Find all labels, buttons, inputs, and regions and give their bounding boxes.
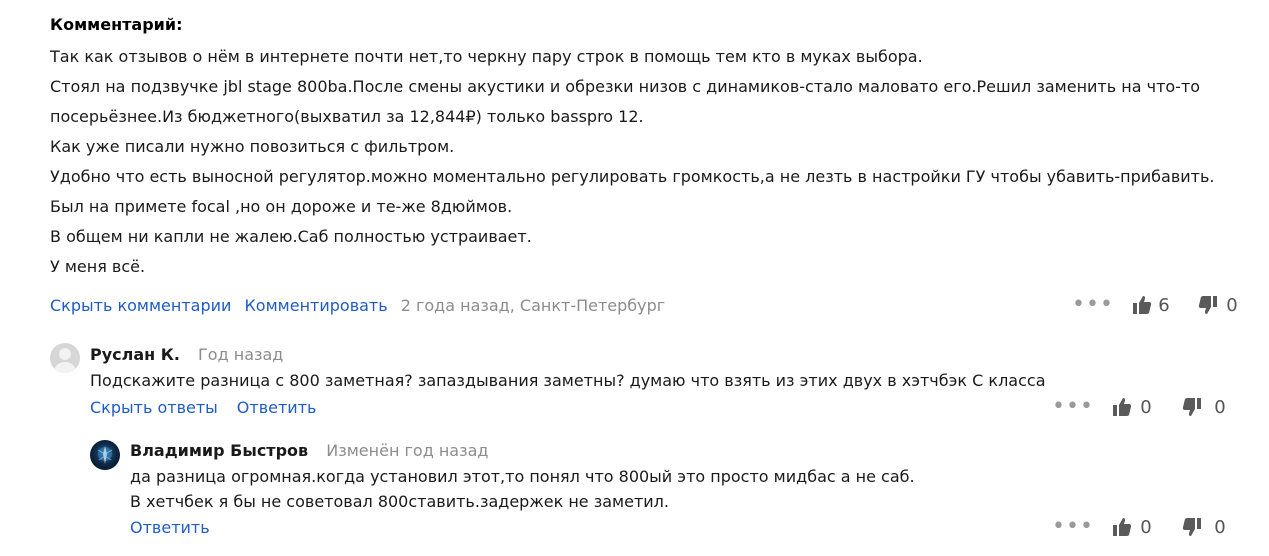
review-comment-heading: Комментарий: [50, 15, 183, 34]
like-count: 0 [1140, 396, 1152, 418]
more-dots-icon[interactable]: ••• [1072, 294, 1113, 316]
thumb-up-icon[interactable] [1112, 397, 1132, 417]
thumb-up-icon[interactable] [1112, 517, 1132, 537]
more-dots-icon[interactable]: ••• [1052, 516, 1093, 538]
dislike-count: 0 [1214, 516, 1226, 538]
comment-header: Владимир Быстров Изменён год назад [130, 440, 488, 462]
comment-header: Руслан К. Год назад [90, 344, 283, 366]
review-comment-body: Так как отзывов о нём в интернете почти … [50, 42, 1250, 282]
hide-comments-link[interactable]: Скрыть комментарии [50, 296, 231, 315]
hide-replies-link[interactable]: Скрыть ответы [90, 398, 218, 417]
comment-actions: Скрыть ответы Ответить [90, 394, 316, 420]
review-line: посерьёзнее.Из бюджетного(выхватил за 12… [50, 107, 644, 126]
comment-line: Подскажите разница с 800 заметная? запаз… [90, 371, 1046, 390]
review-actions: Скрыть комментарии Комментировать 2 года… [50, 292, 665, 318]
review-line: Был на примете focal ,но он дороже и те-… [50, 197, 513, 216]
comment-time: Изменён год назад [326, 441, 489, 460]
review-meta: 2 года назад, Санкт-Петербург [400, 295, 666, 315]
thumb-down-icon[interactable] [1182, 517, 1202, 537]
review-vote-controls: ••• 6 0 [1072, 292, 1238, 318]
review-line: Удобно что есть выносной регулятор.можно… [50, 167, 1215, 186]
comment-line: В хетчбек я бы не советовал 800ставить.з… [130, 492, 669, 511]
dislike-count: 0 [1214, 396, 1226, 418]
reply-link[interactable]: Ответить [237, 398, 317, 417]
comment-vote-controls: ••• 0 0 [1052, 394, 1226, 420]
comment-text: да разница огромная.когда установил этот… [130, 464, 915, 514]
comment-time: Год назад [198, 345, 284, 364]
comment-author[interactable]: Владимир Быстров [130, 441, 308, 460]
like-count: 0 [1140, 516, 1152, 538]
review-comment-block: Комментарий: Так как отзывов о нём в инт… [50, 12, 1250, 282]
comment-actions: Ответить [130, 514, 210, 540]
review-line: Как уже писали нужно повозиться с фильтр… [50, 137, 455, 156]
dislike-count: 0 [1226, 294, 1238, 316]
thumb-down-icon[interactable] [1198, 295, 1218, 315]
review-line: Так как отзывов о нём в интернете почти … [50, 47, 923, 66]
review-line: У меня всё. [50, 257, 146, 276]
thumb-down-icon[interactable] [1182, 397, 1202, 417]
user-avatar-icon [90, 440, 120, 470]
thumb-up-icon[interactable] [1132, 295, 1152, 315]
comment-vote-controls: ••• 0 0 [1052, 514, 1226, 540]
more-dots-icon[interactable]: ••• [1052, 396, 1093, 418]
review-line: В общем ни капли не жалею.Саб полностью … [50, 227, 532, 246]
add-comment-link[interactable]: Комментировать [244, 296, 387, 315]
review-line: Стоял на подзвучке jbl stage 800ba.После… [50, 77, 1201, 96]
user-avatar-icon [50, 343, 80, 373]
reply-link[interactable]: Ответить [130, 518, 210, 537]
comment-line: да разница огромная.когда установил этот… [130, 467, 915, 486]
comment-text: Подскажите разница с 800 заметная? запаз… [90, 368, 1046, 393]
like-count: 6 [1158, 294, 1170, 316]
comment-author[interactable]: Руслан К. [90, 345, 180, 364]
